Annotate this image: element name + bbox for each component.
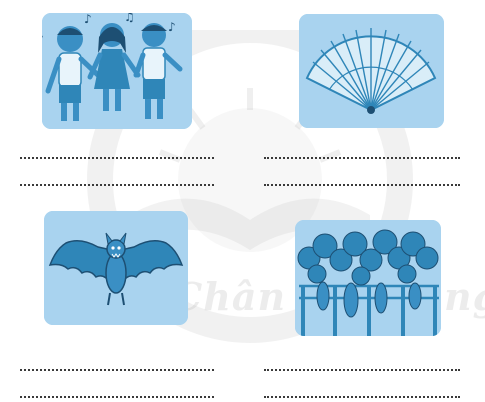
answer-line-1b[interactable] (20, 184, 214, 186)
picture-card-hand-fan (299, 14, 444, 128)
answer-line-4b[interactable] (264, 396, 460, 398)
answer-line-3b[interactable] (20, 396, 214, 398)
hand-fan-icon (299, 14, 444, 128)
picture-card-gourd-trellis (295, 220, 441, 336)
answer-line-1a[interactable] (20, 157, 214, 159)
svg-text:♪: ♪ (84, 13, 92, 26)
picture-card-bat (44, 211, 188, 325)
answer-line-3a[interactable] (20, 369, 214, 371)
answer-line-4a[interactable] (264, 369, 460, 371)
svg-text:♫: ♫ (124, 13, 135, 24)
gourd-trellis-icon (295, 220, 441, 336)
answer-line-2b[interactable] (264, 184, 460, 186)
svg-text:♪: ♪ (168, 20, 176, 34)
worksheet-page: Chân trời sáng tạo ♪ ♪ ♫ ♪ (0, 0, 485, 402)
bat-icon (44, 211, 188, 325)
svg-text:♪: ♪ (42, 32, 44, 46)
answer-line-2a[interactable] (264, 157, 460, 159)
picture-card-children-singing: ♪ ♪ ♫ ♪ (42, 13, 192, 129)
children-singing-icon: ♪ ♪ ♫ ♪ (42, 13, 192, 129)
